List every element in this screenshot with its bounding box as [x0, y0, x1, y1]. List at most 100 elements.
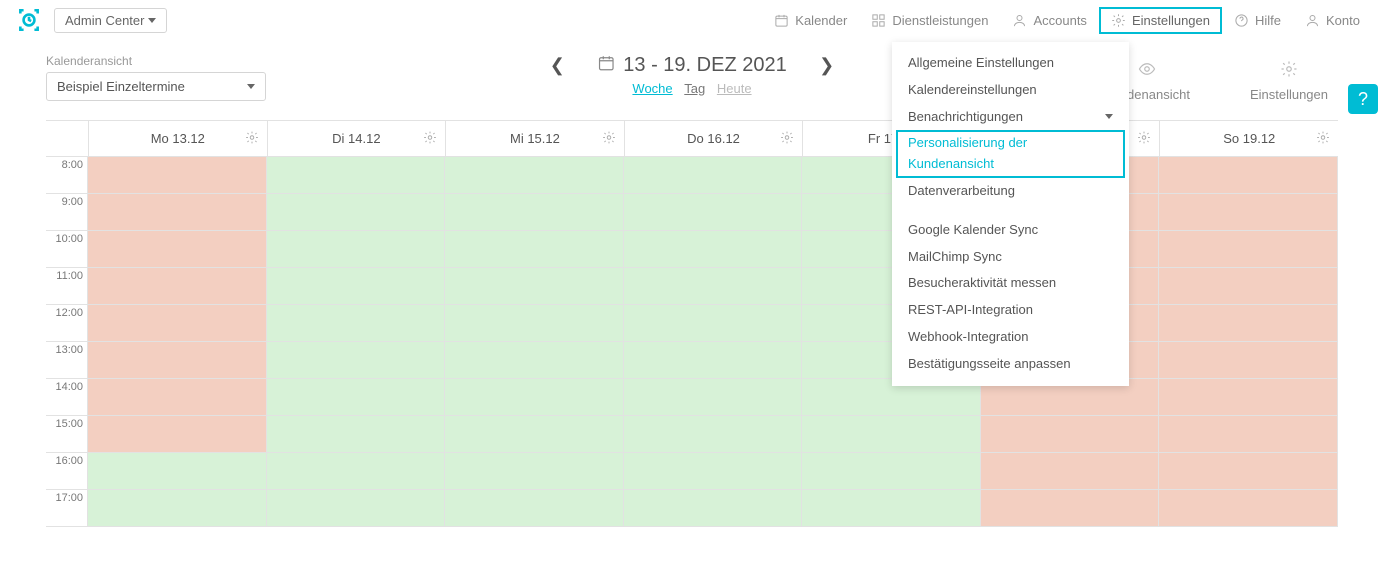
day-settings-gear-icon[interactable]: [1316, 130, 1330, 147]
time-slot[interactable]: [445, 231, 623, 268]
day-column[interactable]: [445, 157, 624, 527]
day-settings-gear-icon[interactable]: [1137, 130, 1151, 147]
menu-item[interactable]: Kalendereinstellungen: [892, 77, 1129, 104]
time-slot[interactable]: [445, 305, 623, 342]
time-slot[interactable]: [88, 305, 266, 342]
day-column[interactable]: [267, 157, 446, 527]
day-settings-gear-icon[interactable]: [245, 130, 259, 147]
tab-day[interactable]: Tag: [684, 81, 705, 96]
time-slot[interactable]: [267, 416, 445, 453]
time-slot[interactable]: [1159, 194, 1337, 231]
menu-item[interactable]: Bestätigungsseite anpassen: [892, 351, 1129, 378]
time-slot[interactable]: [445, 379, 623, 416]
time-slot[interactable]: [267, 231, 445, 268]
calendar-body: 8:009:0010:0011:0012:0013:0014:0015:0016…: [46, 157, 1338, 527]
admin-center-dropdown[interactable]: Admin Center: [54, 8, 167, 33]
menu-item[interactable]: Google Kalender Sync: [892, 217, 1129, 244]
day-header-label: So 19.12: [1223, 131, 1275, 146]
time-slot[interactable]: [88, 379, 266, 416]
menu-item[interactable]: REST-API-Integration: [892, 297, 1129, 324]
time-slot[interactable]: [445, 416, 623, 453]
day-settings-gear-icon[interactable]: [780, 130, 794, 147]
time-slot[interactable]: [802, 490, 980, 527]
time-slot[interactable]: [445, 194, 623, 231]
nav-einstellungen[interactable]: Einstellungen: [1099, 7, 1222, 34]
time-slot[interactable]: [981, 453, 1159, 490]
time-slot[interactable]: [624, 490, 802, 527]
time-slot[interactable]: [1159, 342, 1337, 379]
time-slot[interactable]: [624, 453, 802, 490]
menu-item[interactable]: Besucheraktivität messen: [892, 270, 1129, 297]
range-tabs: Woche Tag Heute: [547, 81, 836, 96]
time-slot[interactable]: [802, 416, 980, 453]
tab-today[interactable]: Heute: [717, 81, 752, 96]
caret-down-icon: [148, 18, 156, 23]
time-slot[interactable]: [88, 231, 266, 268]
time-slot[interactable]: [88, 416, 266, 453]
time-slot[interactable]: [88, 490, 266, 527]
time-slot[interactable]: [88, 268, 266, 305]
day-settings-gear-icon[interactable]: [423, 130, 437, 147]
time-slot[interactable]: [88, 453, 266, 490]
view-select[interactable]: Beispiel Einzeltermine: [46, 72, 266, 101]
time-slot[interactable]: [624, 305, 802, 342]
time-slot[interactable]: [267, 379, 445, 416]
time-slot[interactable]: [624, 379, 802, 416]
menu-item[interactable]: Allgemeine Einstellungen: [892, 50, 1129, 77]
nav-konto[interactable]: Konto: [1293, 7, 1372, 34]
time-slot[interactable]: [267, 157, 445, 194]
day-column[interactable]: [624, 157, 803, 527]
time-slot[interactable]: [445, 268, 623, 305]
time-slot[interactable]: [981, 490, 1159, 527]
nav-accounts[interactable]: Accounts: [1000, 7, 1098, 34]
tab-week[interactable]: Woche: [632, 81, 672, 96]
day-header-label: Mi 15.12: [510, 131, 560, 146]
time-slot[interactable]: [267, 490, 445, 527]
time-slot[interactable]: [1159, 231, 1337, 268]
menu-item[interactable]: Datenverarbeitung: [892, 178, 1129, 205]
time-slot[interactable]: [1159, 490, 1337, 527]
time-slot[interactable]: [267, 305, 445, 342]
time-slot[interactable]: [267, 194, 445, 231]
time-slot[interactable]: [1159, 268, 1337, 305]
time-slot[interactable]: [624, 416, 802, 453]
day-column[interactable]: [88, 157, 267, 527]
next-week-button[interactable]: ❯: [817, 55, 837, 76]
time-slot[interactable]: [445, 490, 623, 527]
time-slot[interactable]: [624, 342, 802, 379]
prev-week-button[interactable]: ❮: [547, 55, 567, 76]
time-slot[interactable]: [624, 157, 802, 194]
time-slot[interactable]: [624, 231, 802, 268]
time-slot[interactable]: [267, 342, 445, 379]
time-slot[interactable]: [267, 268, 445, 305]
menu-item-personalisierung[interactable]: Personalisierung der Kundenansicht: [896, 130, 1125, 178]
time-slot[interactable]: [88, 194, 266, 231]
settings-button[interactable]: Einstellungen: [1250, 60, 1328, 102]
calendar-header-row: Mo 13.12Di 14.12Mi 15.12Do 16.12Fr 17.12…: [46, 121, 1338, 157]
nav-dienstleistungen[interactable]: Dienstleistungen: [859, 7, 1000, 34]
help-bubble-button[interactable]: ?: [1348, 84, 1378, 114]
day-header-label: Do 16.12: [687, 131, 740, 146]
time-slot[interactable]: [624, 268, 802, 305]
time-slot[interactable]: [445, 342, 623, 379]
nav-hilfe[interactable]: Hilfe: [1222, 7, 1293, 34]
menu-item[interactable]: MailChimp Sync: [892, 244, 1129, 271]
nav-kalender[interactable]: Kalender: [762, 7, 859, 34]
time-slot[interactable]: [981, 416, 1159, 453]
time-slot[interactable]: [1159, 453, 1337, 490]
time-slot[interactable]: [802, 453, 980, 490]
time-slot[interactable]: [1159, 379, 1337, 416]
time-slot[interactable]: [445, 157, 623, 194]
time-slot[interactable]: [1159, 305, 1337, 342]
time-slot[interactable]: [445, 453, 623, 490]
time-slot[interactable]: [624, 194, 802, 231]
menu-item-benachrichtigungen[interactable]: Benachrichtigungen: [892, 104, 1129, 131]
time-slot[interactable]: [88, 342, 266, 379]
day-column[interactable]: [1159, 157, 1338, 527]
time-slot[interactable]: [1159, 416, 1337, 453]
time-slot[interactable]: [267, 453, 445, 490]
time-slot[interactable]: [1159, 157, 1337, 194]
day-settings-gear-icon[interactable]: [602, 130, 616, 147]
time-slot[interactable]: [88, 157, 266, 194]
menu-item[interactable]: Webhook-Integration: [892, 324, 1129, 351]
